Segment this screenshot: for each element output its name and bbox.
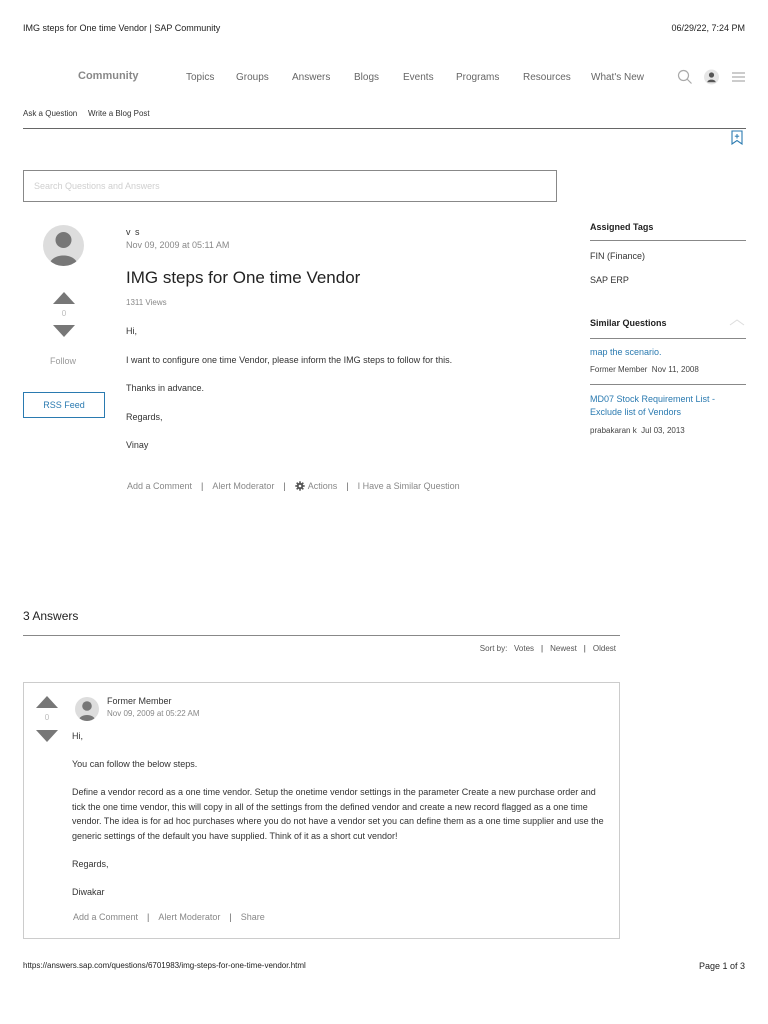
nav-item-events[interactable]: Events <box>403 72 434 83</box>
answer-body-paragraph: Define a vendor record as a one time ven… <box>72 787 604 841</box>
answers-divider <box>23 635 620 636</box>
subnav-divider <box>23 128 746 129</box>
question-body-line: Regards, <box>126 412 163 422</box>
similar-question-meta: Former Member Nov 11, 2008 <box>590 365 699 374</box>
question-vote-down-icon[interactable] <box>53 325 75 337</box>
actions-menu-link[interactable]: Actions <box>308 481 338 491</box>
print-header-datetime: 06/29/22, 7:24 PM <box>671 23 745 33</box>
answer-author[interactable]: Former Member <box>107 696 172 706</box>
print-footer-url: https://answers.sap.com/questions/670198… <box>23 961 306 970</box>
similar-questions-heading: Similar Questions <box>590 318 667 328</box>
question-body-line: Thanks in advance. <box>126 383 205 393</box>
chevron-up-icon[interactable] <box>729 318 745 326</box>
question-author[interactable]: v s <box>126 227 141 237</box>
similar-question-link[interactable]: map the scenario. <box>590 346 740 359</box>
user-icon[interactable] <box>703 68 720 86</box>
nav-item-resources[interactable]: Resources <box>523 72 571 83</box>
nav-item-programs[interactable]: Programs <box>456 72 499 83</box>
alert-moderator-link[interactable]: Alert Moderator <box>158 912 220 922</box>
write-blog-post-link[interactable]: Write a Blog Post <box>88 109 150 118</box>
nav-item-answers[interactable]: Answers <box>292 72 330 83</box>
answer-vote-down-icon[interactable] <box>36 730 58 742</box>
similar-question-link[interactable]: MD07 Stock Requirement List - Exclude li… <box>590 393 740 419</box>
sidebar-divider <box>590 384 746 385</box>
alert-moderator-link[interactable]: Alert Moderator <box>212 481 274 491</box>
nav-item-blogs[interactable]: Blogs <box>354 72 379 83</box>
bookmark-icon[interactable] <box>731 130 743 145</box>
answer-vote-count: 0 <box>44 713 50 722</box>
sidebar-divider <box>590 240 746 241</box>
nav-item-whats-new[interactable]: What's New <box>591 72 644 83</box>
question-actions-bar: Add a Comment | Alert Moderator | Action… <box>127 481 460 491</box>
question-vote-up-icon[interactable] <box>53 292 75 304</box>
question-body-line: Hi, <box>126 326 137 336</box>
question-author-avatar[interactable] <box>43 225 84 266</box>
user-silhouette-icon <box>49 232 78 266</box>
separator: | <box>229 912 232 922</box>
menu-icon[interactable] <box>731 68 746 86</box>
answers-count-heading: 3 Answers <box>23 609 79 623</box>
similar-question-date: Nov 11, 2008 <box>651 365 699 374</box>
print-footer-page: Page 1 of 3 <box>698 961 745 971</box>
similar-question-author[interactable]: Former Member <box>590 365 647 374</box>
ask-question-link[interactable]: Ask a Question <box>23 109 77 118</box>
question-vote-count: 0 <box>61 309 67 318</box>
search-input[interactable] <box>24 171 556 201</box>
similar-question-date: Jul 03, 2013 <box>641 426 685 435</box>
separator: | <box>346 481 349 491</box>
similar-question-meta: prabakaran k Jul 03, 2013 <box>590 426 685 435</box>
sort-option-newest[interactable]: Newest <box>550 644 577 653</box>
answer-body-line: Diwakar <box>72 887 105 897</box>
sort-option-oldest[interactable]: Oldest <box>593 644 616 653</box>
answer-body-line: Hi, <box>72 731 83 741</box>
add-comment-link[interactable]: Add a Comment <box>73 912 138 922</box>
sidebar-divider <box>590 338 746 339</box>
question-date: Nov 09, 2009 at 05:11 AM <box>126 240 230 250</box>
sort-option-votes[interactable]: Votes <box>514 644 534 653</box>
answer-body-line: You can follow the below steps. <box>72 759 198 769</box>
nav-item-groups[interactable]: Groups <box>236 72 269 83</box>
user-silhouette-icon <box>78 701 96 721</box>
nav-item-topics[interactable]: Topics <box>186 72 214 83</box>
question-views: 1311 Views <box>126 298 167 307</box>
similar-question-link[interactable]: I Have a Similar Question <box>358 481 460 491</box>
question-title: IMG steps for One time Vendor <box>126 268 361 287</box>
separator: | <box>201 481 204 491</box>
follow-link[interactable]: Follow <box>50 356 76 366</box>
similar-question-author[interactable]: prabakaran k <box>590 426 637 435</box>
sort-label: Sort by: <box>479 644 508 653</box>
gear-icon[interactable] <box>295 481 305 491</box>
assigned-tags-heading: Assigned Tags <box>590 222 654 232</box>
tag-fin-finance[interactable]: FIN (Finance) <box>590 251 645 261</box>
separator: | <box>283 481 286 491</box>
question-body-line: Vinay <box>126 440 149 450</box>
search-box[interactable] <box>23 170 557 202</box>
print-header-title: IMG steps for One time Vendor | SAP Comm… <box>23 23 221 33</box>
separator: | <box>147 912 150 922</box>
answer-author-avatar[interactable] <box>75 697 99 721</box>
question-body-line: I want to configure one time Vendor, ple… <box>126 355 453 365</box>
rss-feed-button[interactable]: RSS Feed <box>23 392 105 418</box>
answer-actions-bar: Add a Comment | Alert Moderator | Share <box>73 912 265 922</box>
tag-sap-erp[interactable]: SAP ERP <box>590 275 629 285</box>
answer-body-line: Regards, <box>72 859 109 869</box>
share-link[interactable]: Share <box>241 912 265 922</box>
separator: | <box>583 644 586 653</box>
separator: | <box>541 644 544 653</box>
nav-brand-community[interactable]: Community <box>78 70 139 82</box>
sort-bar: Sort by: Votes | Newest | Oldest <box>480 644 616 653</box>
search-icon[interactable] <box>677 68 693 86</box>
answer-vote-up-icon[interactable] <box>36 696 58 708</box>
answer-date: Nov 09, 2009 at 05:22 AM <box>107 709 200 718</box>
add-comment-link[interactable]: Add a Comment <box>127 481 192 491</box>
